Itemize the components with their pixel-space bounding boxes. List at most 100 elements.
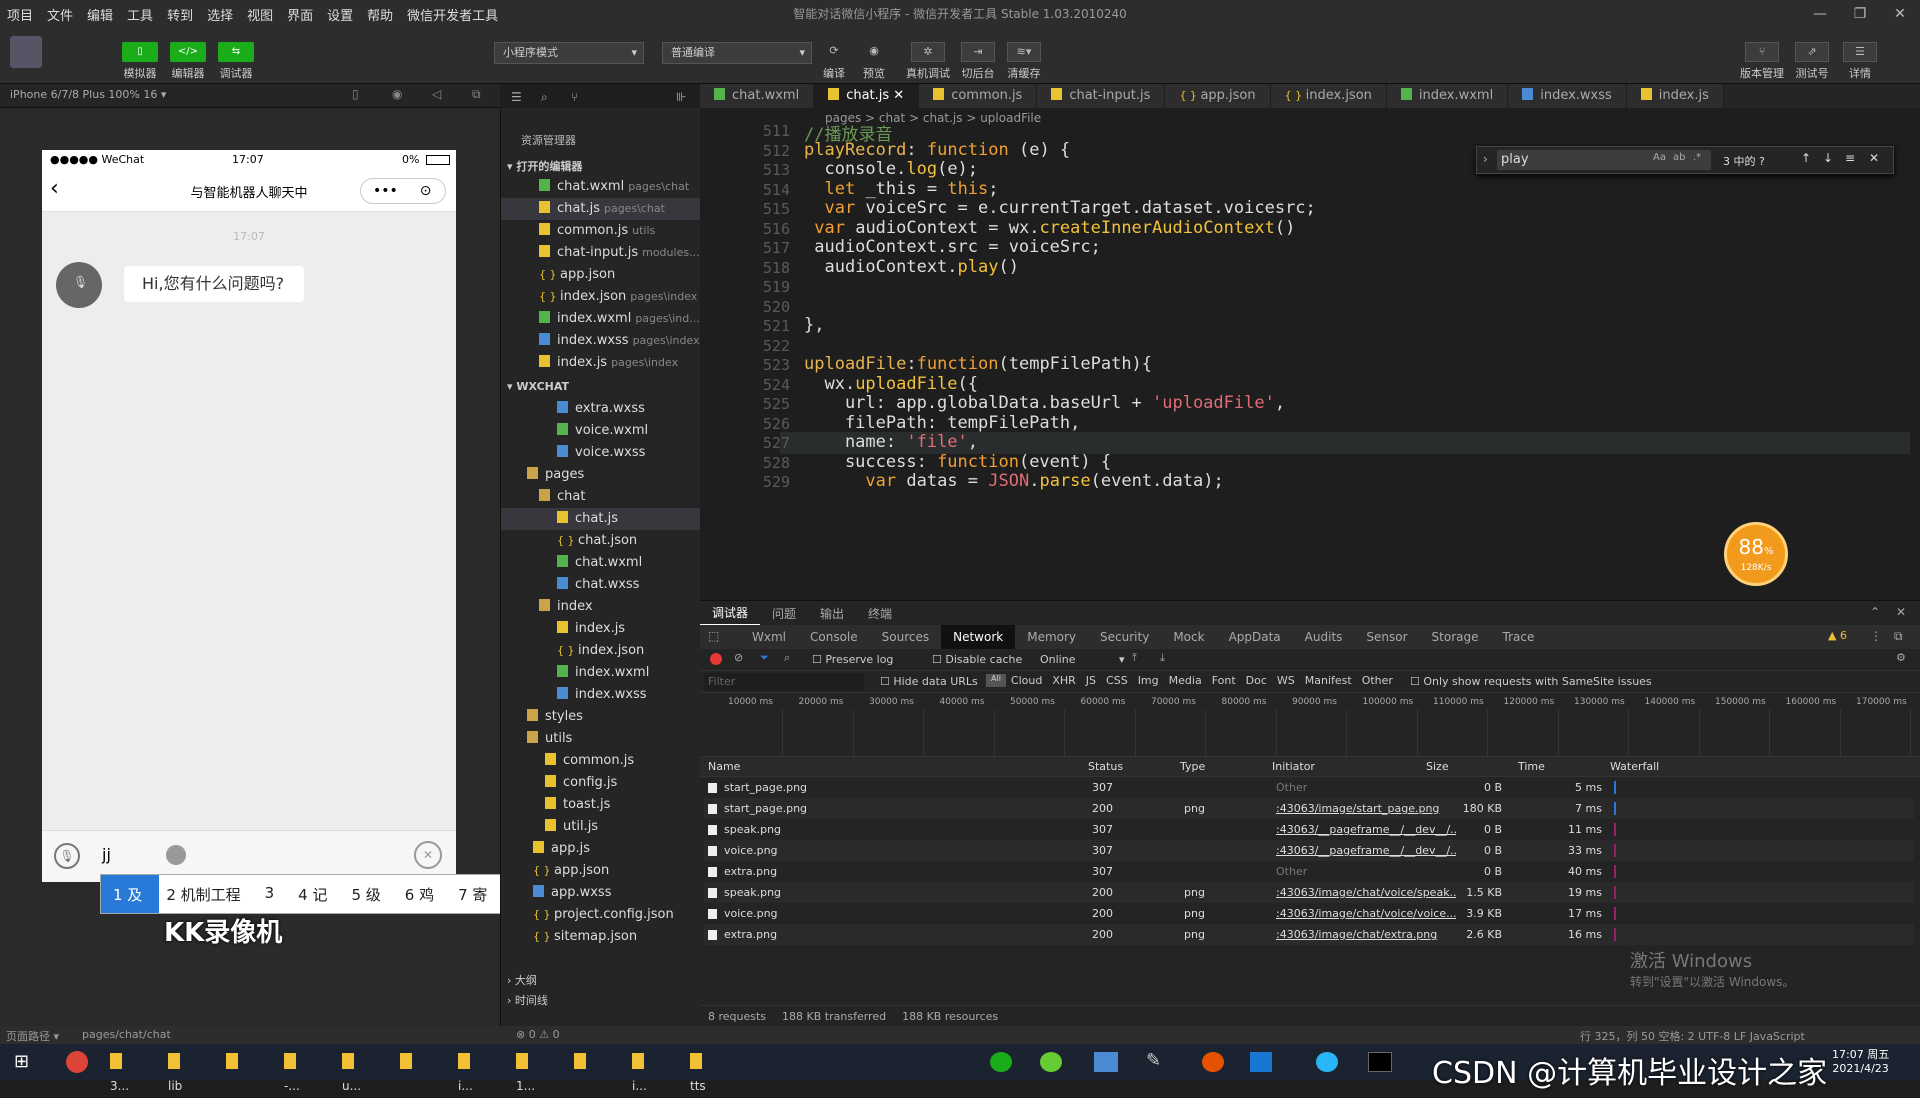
chat-input[interactable]: jj xyxy=(102,845,111,864)
menu-item[interactable]: 项目 xyxy=(0,5,40,24)
file-item[interactable]: voice.wxml xyxy=(557,420,648,442)
devtools-top-tab[interactable]: 问题 xyxy=(760,605,808,622)
avatar[interactable] xyxy=(10,36,42,68)
timeline-header[interactable]: › 时间线 xyxy=(507,992,548,1008)
filter-input[interactable]: Filter xyxy=(704,673,864,691)
type-filter-ws[interactable]: WS xyxy=(1272,674,1300,687)
code-line[interactable]: wx.uploadFile({ xyxy=(804,374,978,394)
menu-item[interactable]: 选择 xyxy=(200,5,240,24)
editor-button[interactable]: </> 编辑器 xyxy=(168,42,208,81)
tab-index-json[interactable]: { } index.json xyxy=(1270,84,1387,108)
close-icon[interactable]: ✕ xyxy=(1880,0,1920,28)
table-row[interactable]: extra.png 200 png:43063/image/chat/extra.p… xyxy=(704,924,1914,945)
code-line[interactable]: filePath: tempFilePath, xyxy=(804,413,1080,433)
ime-candidate[interactable]: 2 机制工程 xyxy=(154,884,252,905)
minimize-icon[interactable]: — xyxy=(1800,0,1840,28)
file-item[interactable]: chat.wxml pages\chat xyxy=(539,176,689,198)
tab-chat-input-js[interactable]: chat-input.js xyxy=(1037,84,1166,108)
type-filter-manifest[interactable]: Manifest xyxy=(1300,674,1357,687)
menu-item[interactable]: 设置 xyxy=(320,5,360,24)
taskbar-folder[interactable]: tts xyxy=(690,1050,706,1093)
table-row[interactable]: speak.png 307:43063/__pageframe__/__dev__… xyxy=(704,819,1914,840)
tab-console[interactable]: Console xyxy=(798,630,870,644)
file-item[interactable]: chat.js xyxy=(501,508,701,530)
outline-header[interactable]: › 大纲 xyxy=(507,972,537,988)
menu-item[interactable]: 文件 xyxy=(40,5,80,24)
code-line[interactable]: let _this = this; xyxy=(804,179,998,199)
type-filter-doc[interactable]: Doc xyxy=(1241,674,1272,687)
tab-appdata[interactable]: AppData xyxy=(1217,630,1293,644)
taskbar-folder[interactable] xyxy=(226,1050,242,1074)
tab-index-js[interactable]: index.js xyxy=(1626,84,1724,108)
ime-candidate[interactable]: 7 寄 xyxy=(446,884,499,905)
ime-candidate[interactable]: 3 xyxy=(253,884,287,905)
samesite-checkbox[interactable]: ☐ Only show requests with SameSite issue… xyxy=(1410,675,1652,688)
chat-icon[interactable] xyxy=(1316,1052,1338,1072)
wechat-devtools-icon[interactable] xyxy=(1040,1052,1062,1072)
close-icon[interactable]: ✕ xyxy=(889,88,904,103)
git-icon[interactable]: ⑂ xyxy=(571,90,578,104)
type-filter-cloud[interactable]: Cloud xyxy=(1006,674,1047,687)
file-item[interactable]: chat.wxss xyxy=(557,574,639,596)
close-icon[interactable]: ✕ xyxy=(1896,605,1906,619)
tab-sensor[interactable]: Sensor xyxy=(1354,630,1419,644)
devtools-top-tab[interactable]: 终端 xyxy=(856,605,904,622)
match-case-icon[interactable]: Aa xyxy=(1653,152,1666,163)
record-icon[interactable] xyxy=(710,653,722,665)
type-filter-js[interactable]: JS xyxy=(1081,674,1101,687)
ime-candidate[interactable]: 1 及 xyxy=(101,884,154,905)
tab-common-js[interactable]: common.js xyxy=(919,84,1038,108)
throttle-select[interactable]: Online ▾ xyxy=(1040,653,1125,666)
file-item[interactable]: { } project.config.json xyxy=(533,904,674,926)
file-item[interactable]: chat-input.js modules... xyxy=(539,242,700,264)
emoji-icon[interactable] xyxy=(166,845,186,865)
column-header[interactable]: Initiator xyxy=(1272,760,1315,773)
file-item[interactable]: { } sitemap.json xyxy=(533,926,637,948)
record-icon[interactable]: ◉ xyxy=(392,87,402,101)
tab-network[interactable]: Network xyxy=(941,625,1016,649)
type-filter-media[interactable]: Media xyxy=(1164,674,1207,687)
code-line[interactable]: audioContext.play() xyxy=(804,257,1019,277)
code-editor[interactable]: pages > chat > chat.js > uploadFile 511/… xyxy=(700,108,1920,600)
menu-item[interactable]: 微信开发者工具 xyxy=(400,5,505,24)
file-item[interactable]: { } index.json pages\index xyxy=(539,286,697,308)
upload-icon[interactable]: ⤒ xyxy=(1132,651,1137,665)
ime-candidate[interactable]: 6 鸡 xyxy=(393,884,446,905)
download-icon[interactable]: ⤓ xyxy=(1160,651,1165,665)
real-debug-button[interactable]: ✲ 真机调试 xyxy=(904,42,952,81)
taskbar-folder[interactable]: i... xyxy=(458,1050,474,1093)
taskbar-folder[interactable]: u... xyxy=(342,1050,361,1093)
ime-candidate[interactable]: 4 记 xyxy=(286,884,339,905)
compile-select[interactable]: 普通编译 ▾ xyxy=(662,42,812,64)
simulator-button[interactable]: ▯ 模拟器 xyxy=(120,42,160,81)
restore-icon[interactable]: ❐ xyxy=(1840,0,1880,28)
table-row[interactable]: start_page.png 307 Other 0 B5 ms xyxy=(704,777,1914,798)
menu-item[interactable]: 编辑 xyxy=(80,5,120,24)
code-line[interactable]: var voiceSrc = e.currentTarget.dataset.v… xyxy=(804,198,1315,218)
file-item[interactable]: config.js xyxy=(545,772,617,794)
file-item[interactable]: index.wxml pages\ind... xyxy=(539,308,700,330)
type-filter-other[interactable]: Other xyxy=(1357,674,1398,687)
type-filter-all[interactable]: All xyxy=(986,674,1006,687)
devtools-top-tab[interactable]: 调试器 xyxy=(700,601,761,625)
background-button[interactable]: ⇥ 切后台 xyxy=(958,42,998,81)
clear-cache-button[interactable]: ≋▾ 清缓存 xyxy=(1004,42,1044,81)
code-line[interactable]: audioContext.src = voiceSrc; xyxy=(804,237,1101,257)
file-item[interactable]: chat.js pages\chat xyxy=(501,198,701,220)
table-row[interactable]: extra.png 307 Other 0 B 40 ms xyxy=(704,861,1914,882)
tab-index-wxml[interactable]: index.wxml xyxy=(1386,84,1509,108)
problems-count[interactable]: ⊗ 0 ⚠ 0 xyxy=(516,1028,560,1041)
terminal-icon[interactable] xyxy=(1368,1052,1392,1072)
chevron-right-icon[interactable]: › xyxy=(1483,152,1488,166)
code-line[interactable]: success: function(event) { xyxy=(804,452,1111,472)
tab-chat-js[interactable]: chat.js ✕ xyxy=(814,84,920,108)
search-icon[interactable]: ⌕ xyxy=(541,90,548,105)
file-item[interactable]: common.js utils xyxy=(539,220,655,242)
file-item[interactable]: { } app.json xyxy=(539,264,615,286)
taskbar-folder[interactable]: 1... xyxy=(516,1050,535,1093)
file-item[interactable]: index.js xyxy=(557,618,625,640)
phone-icon[interactable]: ▯ xyxy=(352,87,359,101)
table-row[interactable]: speak.png 200 png:43063/image/chat/voice/s… xyxy=(704,882,1914,903)
code-line[interactable]: url: app.globalData.baseUrl + 'uploadFil… xyxy=(804,393,1285,413)
file-item[interactable]: app.js xyxy=(533,838,590,860)
